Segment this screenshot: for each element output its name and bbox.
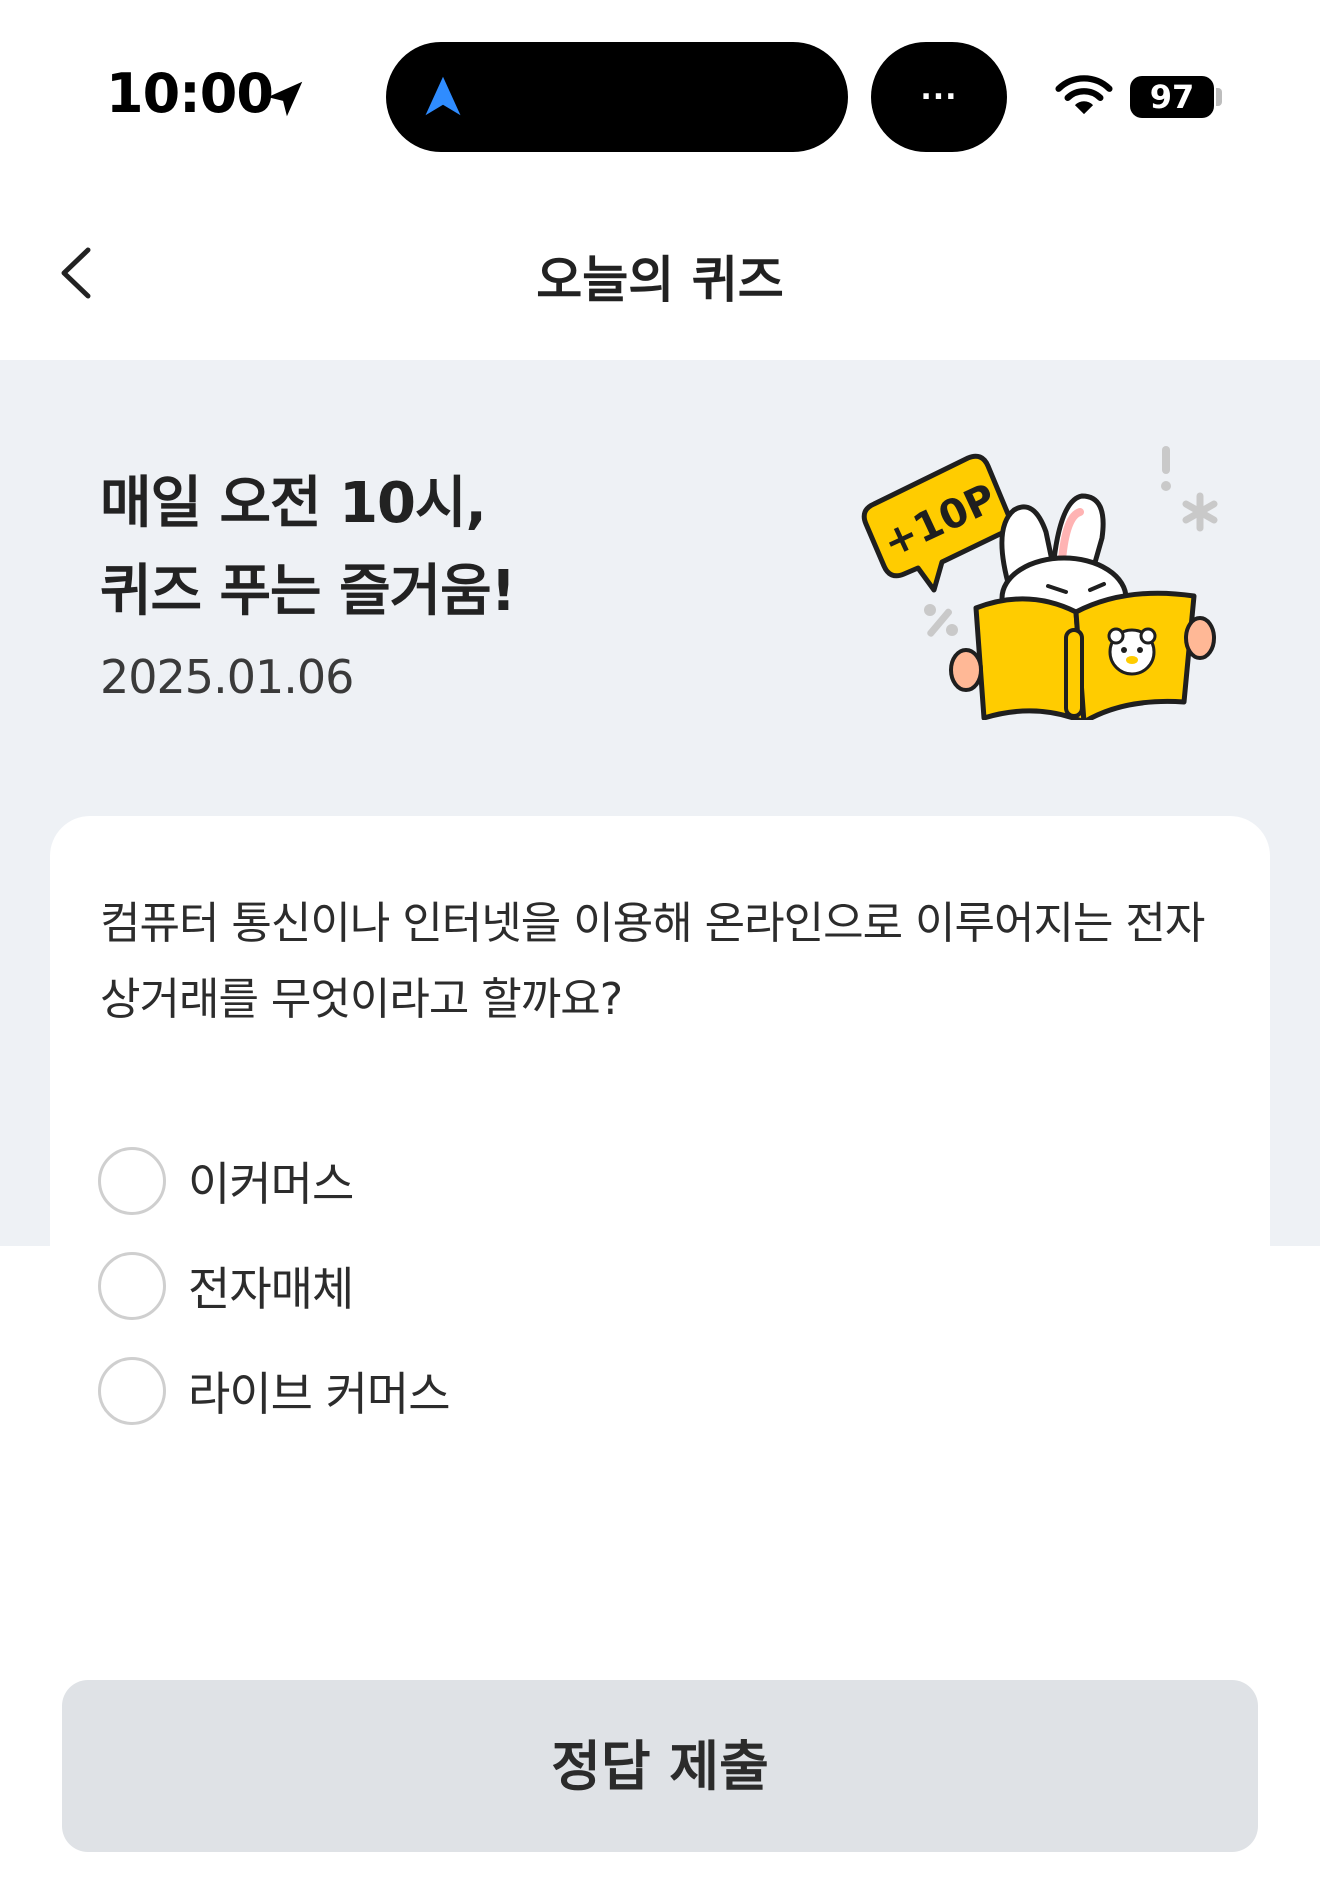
quiz-question: 컴퓨터 통신이나 인터넷을 이용해 온라인으로 이루어지는 전자 상거래를 무엇…	[100, 898, 1205, 1025]
answer-option-3[interactable]: 라이브 커머스	[98, 1338, 1198, 1443]
radio-button[interactable]	[98, 1146, 166, 1215]
navigation-icon	[425, 76, 461, 116]
answer-option-label: 라이브 커머스	[188, 1366, 451, 1421]
battery-tip	[1216, 88, 1222, 106]
hero-title-line1: 매일 오전 10시,	[100, 471, 487, 536]
answer-option-1[interactable]: 이커머스	[98, 1128, 1198, 1233]
answer-option-2[interactable]: 전자매체	[98, 1233, 1198, 1338]
rabbit-reading-book-illustration: +10P	[861, 446, 1218, 720]
page-title: 오늘의 퀴즈	[536, 251, 784, 309]
location-arrow-icon	[267, 81, 303, 117]
book-icon	[949, 590, 1216, 720]
quiz-date: 2025.01.06	[100, 650, 354, 704]
asterisk-icon	[1182, 492, 1218, 532]
radio-button[interactable]	[98, 1356, 166, 1425]
quiz-card: 컴퓨터 통신이나 인터넷을 이용해 온라인으로 이루어지는 전자 상거래를 무엇…	[50, 816, 1270, 1476]
points-badge: +10P	[861, 453, 1013, 593]
exclamation-icon	[1161, 446, 1171, 491]
bear-logo-icon	[1107, 627, 1157, 676]
island-dots: ...	[920, 72, 958, 107]
hero-title-line2: 퀴즈 푸는 즐거움!	[100, 559, 516, 624]
answer-option-label: 이커머스	[188, 1156, 354, 1211]
answer-option-label: 전자매체	[188, 1261, 354, 1316]
radio-button[interactable]	[98, 1251, 166, 1320]
status-time: 10:00	[106, 62, 274, 125]
battery-icon: 97	[1130, 76, 1214, 118]
percent-icon	[924, 604, 958, 637]
submit-answer-button[interactable]: 정답 제출	[62, 1680, 1258, 1852]
status-bar: 10:00 ... 97	[0, 0, 1320, 190]
hero-title: 매일 오전 10시, 퀴즈 푸는 즐거움!	[100, 460, 516, 636]
answer-options: 이커머스 전자매체 라이브 커머스	[98, 1128, 1198, 1443]
wifi-icon	[1055, 75, 1113, 115]
dynamic-island-secondary: ...	[871, 42, 1007, 152]
